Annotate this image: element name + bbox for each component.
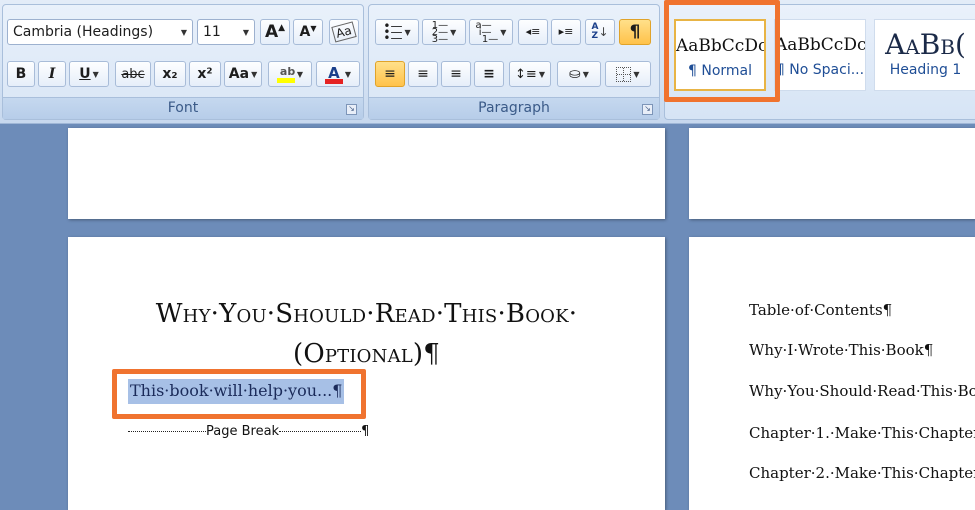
selected-text-callout: [112, 369, 366, 419]
bullets-icon: •— •— •—: [383, 19, 403, 45]
chevron-down-icon: ▼: [450, 27, 457, 37]
down-arrow-icon: ▼: [310, 23, 317, 33]
shading-button[interactable]: ⛀ ▼: [557, 61, 601, 87]
chevron-down-icon: ▼: [92, 69, 99, 79]
font-name-combo[interactable]: Cambria (Headings) ▼: [7, 19, 193, 45]
underline-button[interactable]: U ▼: [69, 61, 109, 87]
underline-icon: U: [79, 66, 91, 82]
previous-page-left: [68, 128, 665, 219]
show-hide-marks-button[interactable]: ¶: [619, 19, 651, 45]
borders-button[interactable]: ▼: [605, 61, 651, 87]
align-left-icon: ≡: [384, 66, 396, 82]
borders-icon: [616, 66, 632, 82]
justify-button[interactable]: ≡: [474, 61, 504, 87]
chevron-down-icon: ▼: [180, 28, 187, 37]
font-group-label: Font: [3, 97, 363, 119]
justify-icon: ≡: [483, 66, 495, 82]
sort-button[interactable]: A Z ↓: [585, 19, 615, 45]
page-heading-line2: (Optional)¶: [292, 339, 441, 369]
chevron-down-icon: ▼: [404, 27, 411, 37]
multilevel-list-button[interactable]: a— i— 1— ▼: [469, 19, 513, 45]
font-name-value: Cambria (Headings): [13, 24, 154, 40]
align-left-button[interactable]: ≡: [375, 61, 405, 87]
paint-bucket-icon: ⛀: [569, 66, 581, 82]
decrease-indent-button[interactable]: ◂≡: [518, 19, 548, 45]
style-name: Heading 1: [889, 62, 962, 78]
chevron-down-icon: ▼: [251, 69, 258, 79]
page-break-marker: Page Break ¶: [128, 424, 369, 439]
style-name: ¶ No Spaci...: [775, 62, 865, 78]
chevron-down-icon: ▼: [582, 69, 589, 79]
font-size-value: 11: [203, 24, 221, 40]
normal-style-callout: [664, 0, 780, 102]
align-right-button[interactable]: ≡: [441, 61, 471, 87]
numbering-icon: 1— 2— 3—: [431, 19, 449, 45]
align-center-button[interactable]: ≡: [408, 61, 438, 87]
chevron-down-icon: ▼: [500, 27, 507, 37]
chevron-down-icon: ▼: [633, 69, 640, 79]
chevron-down-icon: ▼: [242, 28, 249, 37]
page-heading-line1: Why·You·Should·Read·This·Book·: [155, 299, 578, 329]
superscript-icon: x²: [197, 66, 213, 82]
style-heading-1[interactable]: AaBb( Heading 1: [874, 19, 975, 91]
eraser-icon: Aa: [331, 21, 357, 43]
align-right-icon: ≡: [450, 66, 462, 82]
sort-icon: AZ: [591, 22, 599, 41]
paragraph-group-label: Paragraph: [369, 97, 659, 119]
toc-entry[interactable]: Chapter·2.·Make·This·Chapter: [749, 464, 975, 482]
font-group: Cambria (Headings) ▼ 11 ▼ A ▲ A ▼ Aa B I U…: [2, 4, 364, 120]
font-size-combo[interactable]: 11 ▼: [197, 19, 255, 45]
grow-font-button[interactable]: A ▲: [260, 19, 290, 45]
page-break-label: Page Break: [206, 424, 280, 439]
italic-icon: I: [48, 66, 56, 82]
font-color-icon: A: [324, 64, 343, 84]
increase-indent-button[interactable]: ▸≡: [551, 19, 581, 45]
italic-button[interactable]: I: [38, 61, 66, 87]
line-spacing-button[interactable]: ↕≡ ▼: [509, 61, 551, 87]
font-color-button[interactable]: A ▼: [316, 61, 360, 87]
chevron-down-icon: ▼: [344, 69, 352, 79]
increase-indent-icon: ▸≡: [558, 25, 574, 38]
style-no-spacing[interactable]: AaBbCcDc ¶ No Spaci...: [774, 19, 866, 91]
strikethrough-icon: abc: [121, 66, 145, 82]
toc-entry[interactable]: Why·I·Wrote·This·Book¶: [749, 341, 933, 359]
numbering-button[interactable]: 1— 2— 3— ▼: [422, 19, 466, 45]
grow-font-icon: A: [264, 22, 279, 42]
pilcrow-icon: ¶: [629, 22, 641, 42]
paragraph-dialog-launcher-icon[interactable]: ↘: [642, 104, 653, 115]
chevron-down-icon: ▼: [538, 69, 545, 79]
decrease-indent-icon: ◂≡: [525, 25, 541, 38]
bold-icon: B: [15, 66, 27, 82]
strikethrough-button[interactable]: abc: [115, 61, 151, 87]
toc-entry[interactable]: Table·of·Contents¶: [749, 301, 892, 319]
subscript-icon: x₂: [162, 66, 178, 82]
font-dialog-launcher-icon[interactable]: ↘: [346, 104, 357, 115]
line-spacing-icon: ↕≡: [515, 66, 537, 82]
shrink-font-icon: A: [299, 24, 311, 40]
change-case-button[interactable]: Aa ▼: [224, 61, 262, 87]
superscript-button[interactable]: x²: [189, 61, 221, 87]
pilcrow-mark: ¶: [361, 424, 370, 439]
clear-formatting-button[interactable]: Aa: [329, 19, 359, 45]
paragraph-group: •— •— •— ▼ 1— 2— 3— ▼ a— i— 1— ▼ ◂≡ ▸≡ A Z ↓ ¶ ≡ …: [368, 4, 660, 120]
multilevel-list-icon: a— i— 1—: [475, 19, 499, 45]
bold-button[interactable]: B: [7, 61, 35, 87]
toc-entry[interactable]: Why·You·Should·Read·This·Bo: [749, 382, 975, 400]
previous-page-right: [689, 128, 975, 219]
align-center-icon: ≡: [417, 66, 429, 82]
highlight-color-button[interactable]: ab ▼: [268, 61, 312, 87]
toc-entry[interactable]: Chapter·1.·Make·This·Chapter: [749, 424, 975, 442]
style-preview: AaBbCcDc: [775, 35, 865, 55]
bullets-button[interactable]: •— •— •— ▼: [375, 19, 419, 45]
shrink-font-button[interactable]: A ▼: [293, 19, 323, 45]
subscript-button[interactable]: x₂: [154, 61, 186, 87]
change-case-icon: Aa: [228, 66, 250, 82]
style-preview: AaBb(: [885, 28, 966, 61]
document-page-right: Table·of·Contents¶ Why·I·Wrote·This·Book…: [689, 237, 975, 510]
highlighter-icon: ab: [276, 65, 295, 83]
ribbon: Cambria (Headings) ▼ 11 ▼ A ▲ A ▼ Aa B I U…: [0, 0, 975, 124]
chevron-down-icon: ▼: [296, 69, 304, 79]
up-arrow-icon: ▲: [278, 23, 286, 33]
